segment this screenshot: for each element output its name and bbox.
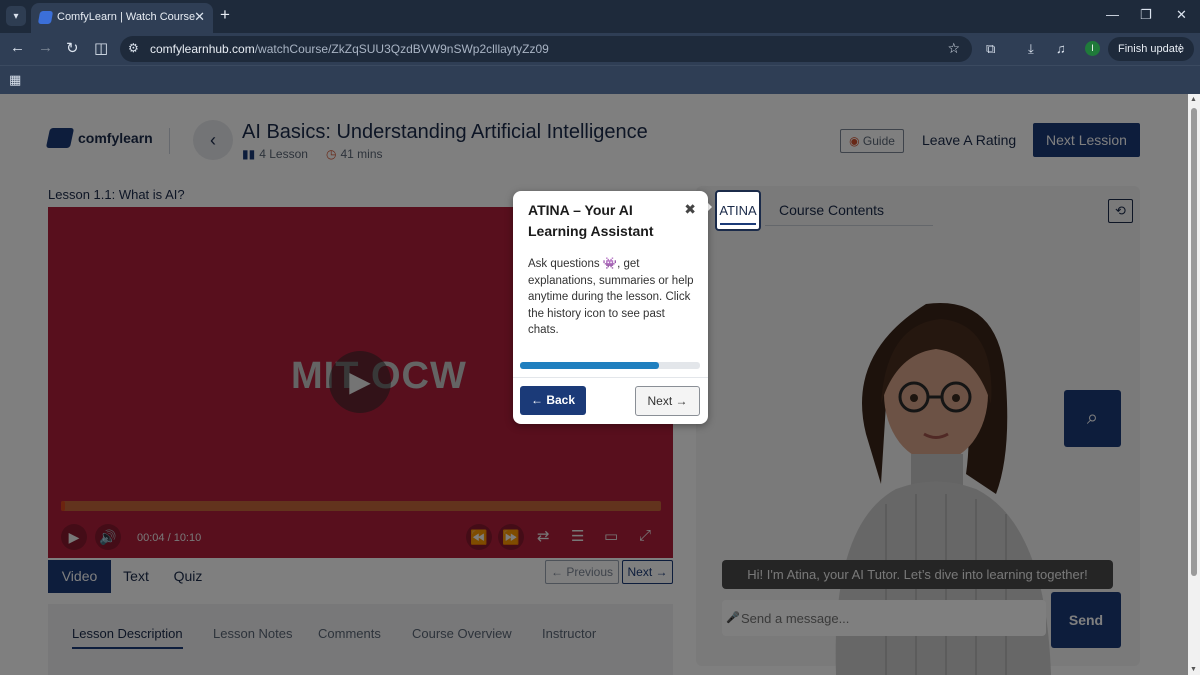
site-favicon-icon bbox=[37, 11, 54, 24]
browser-tab-bar: ▾ ComfyLearn | Watch Course ✕ + — ❐ ✕ bbox=[0, 0, 1200, 33]
menu-dots-icon: ⋮ bbox=[1175, 43, 1186, 55]
tour-back-button[interactable]: ← Back bbox=[520, 386, 586, 415]
close-tab-icon[interactable]: ✕ bbox=[194, 9, 205, 25]
media-control-icon[interactable]: ♫ bbox=[1056, 41, 1066, 56]
browser-tab[interactable]: ComfyLearn | Watch Course ✕ bbox=[31, 3, 213, 33]
page-scrollbar[interactable]: ▲ ▼ bbox=[1188, 94, 1200, 675]
apps-grid-icon[interactable]: ▦ bbox=[9, 72, 21, 88]
scroll-up-icon[interactable]: ▲ bbox=[1190, 96, 1197, 103]
address-bar[interactable]: ⚙ comfylearnhub.com/watchCourse/ZkZqSUU3… bbox=[120, 36, 972, 62]
site-info-icon[interactable]: ⚙ bbox=[128, 41, 139, 55]
active-tab-indicator bbox=[720, 223, 756, 225]
bookmark-star-icon[interactable]: ☆ bbox=[947, 40, 960, 57]
scroll-thumb[interactable] bbox=[1191, 108, 1197, 576]
popover-body: Ask questions 👾, get explanations, summa… bbox=[528, 258, 694, 336]
reload-icon[interactable]: ↻ bbox=[66, 39, 79, 57]
tour-popover: ATINA – Your AI Learning Assistant ✖ Ask… bbox=[513, 191, 708, 424]
extensions-icon[interactable]: ⧉ bbox=[986, 41, 995, 57]
bookmarks-bar: ▦ bbox=[0, 65, 1200, 94]
finish-update-button[interactable]: Finish update ⋮ bbox=[1108, 37, 1194, 61]
url-text: comfylearnhub.com/watchCourse/ZkZqSUU3Qz… bbox=[150, 42, 549, 56]
browser-toolbar: ← → ↻ ◫ ⚙ comfylearnhub.com/watchCourse/… bbox=[0, 33, 1200, 65]
close-window-icon[interactable]: ✕ bbox=[1176, 7, 1187, 23]
page-viewport: comfylearn ‹ AI Basics: Understanding Ar… bbox=[0, 94, 1188, 675]
new-tab-icon[interactable]: + bbox=[220, 6, 230, 24]
profile-avatar[interactable]: I bbox=[1085, 41, 1100, 56]
close-icon[interactable]: ✖ bbox=[684, 201, 696, 218]
tab-title: ComfyLearn | Watch Course bbox=[57, 11, 196, 23]
tour-progress-bar bbox=[520, 362, 700, 369]
scroll-down-icon[interactable]: ▼ bbox=[1190, 666, 1197, 673]
split-view-icon[interactable]: ◫ bbox=[94, 39, 108, 57]
forward-arrow-icon[interactable]: → bbox=[38, 39, 53, 56]
back-arrow-icon[interactable]: ← bbox=[10, 39, 25, 56]
popover-divider bbox=[513, 377, 708, 378]
restore-icon[interactable]: ❐ bbox=[1140, 7, 1152, 23]
popover-title: ATINA – Your AI Learning Assistant bbox=[528, 202, 654, 239]
tab-list-chevron-icon[interactable]: ▾ bbox=[6, 6, 26, 26]
tour-next-button[interactable]: Next → bbox=[635, 386, 700, 416]
tour-progress-fill bbox=[520, 362, 659, 369]
minimize-icon[interactable]: — bbox=[1106, 7, 1119, 22]
download-icon[interactable]: ⤓ bbox=[1028, 41, 1034, 57]
